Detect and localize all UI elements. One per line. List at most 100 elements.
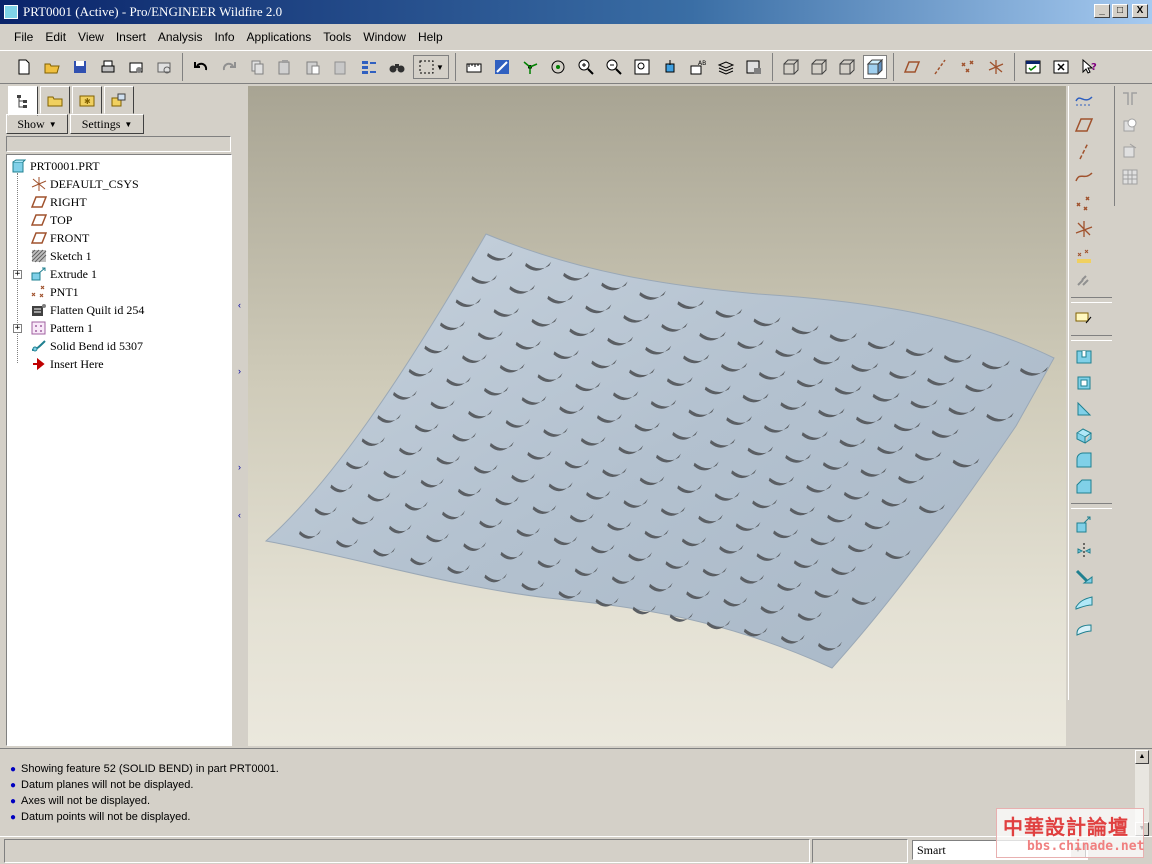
tree-item-solid-bend[interactable]: Solid Bend id 5307 <box>7 337 231 355</box>
regenerate-icon[interactable] <box>357 55 381 79</box>
menu-edit[interactable]: Edit <box>39 30 72 44</box>
menu-insert[interactable]: Insert <box>110 30 152 44</box>
menu-tools[interactable]: Tools <box>317 30 357 44</box>
tree-item-flatten-quilt[interactable]: Flatten Quilt id 254 <box>7 301 231 319</box>
menu-applications[interactable]: Applications <box>241 30 318 44</box>
analysis-feature-icon[interactable] <box>1069 242 1099 268</box>
select-box-icon[interactable]: ▼ <box>413 55 449 79</box>
revolve-tool-icon[interactable] <box>1069 370 1099 396</box>
close-button[interactable]: X <box>1132 4 1148 18</box>
paste-icon[interactable] <box>301 55 325 79</box>
no-hidden-icon[interactable] <box>835 55 859 79</box>
datum-point-tool-icon[interactable] <box>1069 190 1099 216</box>
save-icon[interactable] <box>68 55 92 79</box>
extrude-tool-icon[interactable] <box>1069 344 1099 370</box>
orient-mode-icon[interactable] <box>518 55 542 79</box>
draft-tool-icon[interactable] <box>1115 86 1145 112</box>
rib-tool-icon[interactable] <box>1069 396 1099 422</box>
cut-icon[interactable] <box>245 55 269 79</box>
layers-icon[interactable] <box>714 55 738 79</box>
tree-item-sketch[interactable]: Sketch 1 <box>7 247 231 265</box>
mirror-tool-icon[interactable] <box>1069 538 1099 564</box>
model-display-icon[interactable] <box>742 55 766 79</box>
panel-sash[interactable]: ‹ › › ‹ <box>236 86 248 746</box>
send-link-icon[interactable] <box>152 55 176 79</box>
model-tree-tab[interactable] <box>8 86 38 116</box>
context-help-icon[interactable]: ? <box>1077 55 1101 79</box>
shell-tool-icon[interactable] <box>1069 422 1099 448</box>
shading-icon[interactable] <box>863 55 887 79</box>
datum-plane-toggle-icon[interactable] <box>900 55 924 79</box>
offset-tool-icon[interactable] <box>1115 138 1145 164</box>
zoom-in-icon[interactable] <box>574 55 598 79</box>
sketch-datum-curve-icon[interactable] <box>1069 86 1099 112</box>
tree-item-front[interactable]: FRONT <box>7 229 231 247</box>
datum-point-toggle-icon[interactable] <box>956 55 980 79</box>
minimize-button[interactable]: _ <box>1094 4 1110 18</box>
menu-analysis[interactable]: Analysis <box>152 30 209 44</box>
send-mail-icon[interactable] <box>124 55 148 79</box>
print-icon[interactable] <box>96 55 120 79</box>
sash-collapse-icon[interactable]: ‹ <box>238 510 241 520</box>
show-dropdown[interactable]: Show ▼ <box>6 114 68 134</box>
tree-item-top[interactable]: TOP <box>7 211 231 229</box>
copy-icon[interactable] <box>273 55 297 79</box>
datum-axis-toggle-icon[interactable] <box>928 55 952 79</box>
csys-toggle-icon[interactable] <box>984 55 1008 79</box>
annotation-icon[interactable] <box>1069 306 1099 332</box>
spin-center-icon[interactable] <box>490 55 514 79</box>
tree-item-extrude[interactable]: + Extrude 1 <box>7 265 231 283</box>
open-icon[interactable] <box>40 55 64 79</box>
settings-dropdown[interactable]: Settings ▼ <box>70 114 144 134</box>
favorites-tab[interactable]: ✱ <box>72 86 102 114</box>
redo-icon[interactable] <box>217 55 241 79</box>
refit-icon[interactable] <box>630 55 654 79</box>
paste-special-icon[interactable] <box>329 55 353 79</box>
wireframe-icon[interactable] <box>779 55 803 79</box>
repaint-icon[interactable] <box>462 55 486 79</box>
sash-collapse-icon[interactable]: ‹ <box>238 300 241 310</box>
folder-browser-tab[interactable] <box>40 86 70 114</box>
menu-window[interactable]: Window <box>357 30 412 44</box>
pattern-tool-icon[interactable] <box>1069 616 1099 642</box>
window-activate-icon[interactable] <box>1021 55 1045 79</box>
tree-item-default-csys[interactable]: DEFAULT_CSYS <box>7 175 231 193</box>
tree-item-right[interactable]: RIGHT <box>7 193 231 211</box>
trim-tool-icon[interactable] <box>1069 590 1099 616</box>
insert-feature-icon[interactable] <box>1069 268 1099 294</box>
csys-tool-icon[interactable] <box>1069 216 1099 242</box>
datum-plane-tool-icon[interactable] <box>1069 112 1099 138</box>
sash-expand-icon[interactable]: › <box>238 366 241 376</box>
find-icon[interactable] <box>385 55 409 79</box>
thicken-tool-icon[interactable] <box>1115 164 1145 190</box>
view-manager-icon[interactable]: AB <box>686 55 710 79</box>
hole-tool-icon[interactable] <box>1115 112 1145 138</box>
tree-item-insert-here[interactable]: Insert Here <box>7 355 231 373</box>
menu-info[interactable]: Info <box>209 30 241 44</box>
menu-file[interactable]: File <box>8 30 39 44</box>
tree-item-part[interactable]: PRT0001.PRT <box>7 157 231 175</box>
datum-curve-tool-icon[interactable] <box>1069 164 1099 190</box>
undo-icon[interactable] <box>189 55 213 79</box>
tree-item-pattern[interactable]: + Pattern 1 <box>7 319 231 337</box>
window-close-icon[interactable] <box>1049 55 1073 79</box>
datum-axis-tool-icon[interactable] <box>1069 138 1099 164</box>
tree-item-pnt1[interactable]: PNT1 <box>7 283 231 301</box>
menu-view[interactable]: View <box>72 30 110 44</box>
round-tool-icon[interactable] <box>1069 448 1099 474</box>
connections-tab[interactable] <box>104 86 134 114</box>
maximize-button[interactable]: □ <box>1112 4 1128 18</box>
scroll-up-icon[interactable]: ▲ <box>1135 750 1149 764</box>
saved-views-icon[interactable] <box>546 55 570 79</box>
new-icon[interactable] <box>12 55 36 79</box>
expand-icon[interactable]: + <box>13 269 22 279</box>
sash-expand-icon[interactable]: › <box>238 462 241 472</box>
hidden-line-icon[interactable] <box>807 55 831 79</box>
graphics-viewport[interactable] <box>248 86 1066 746</box>
chamfer-tool-icon[interactable] <box>1069 474 1099 500</box>
menu-help[interactable]: Help <box>412 30 449 44</box>
merge-tool-icon[interactable] <box>1069 564 1099 590</box>
reorient-icon[interactable] <box>658 55 682 79</box>
expand-icon[interactable]: + <box>13 323 22 333</box>
zoom-out-icon[interactable] <box>602 55 626 79</box>
